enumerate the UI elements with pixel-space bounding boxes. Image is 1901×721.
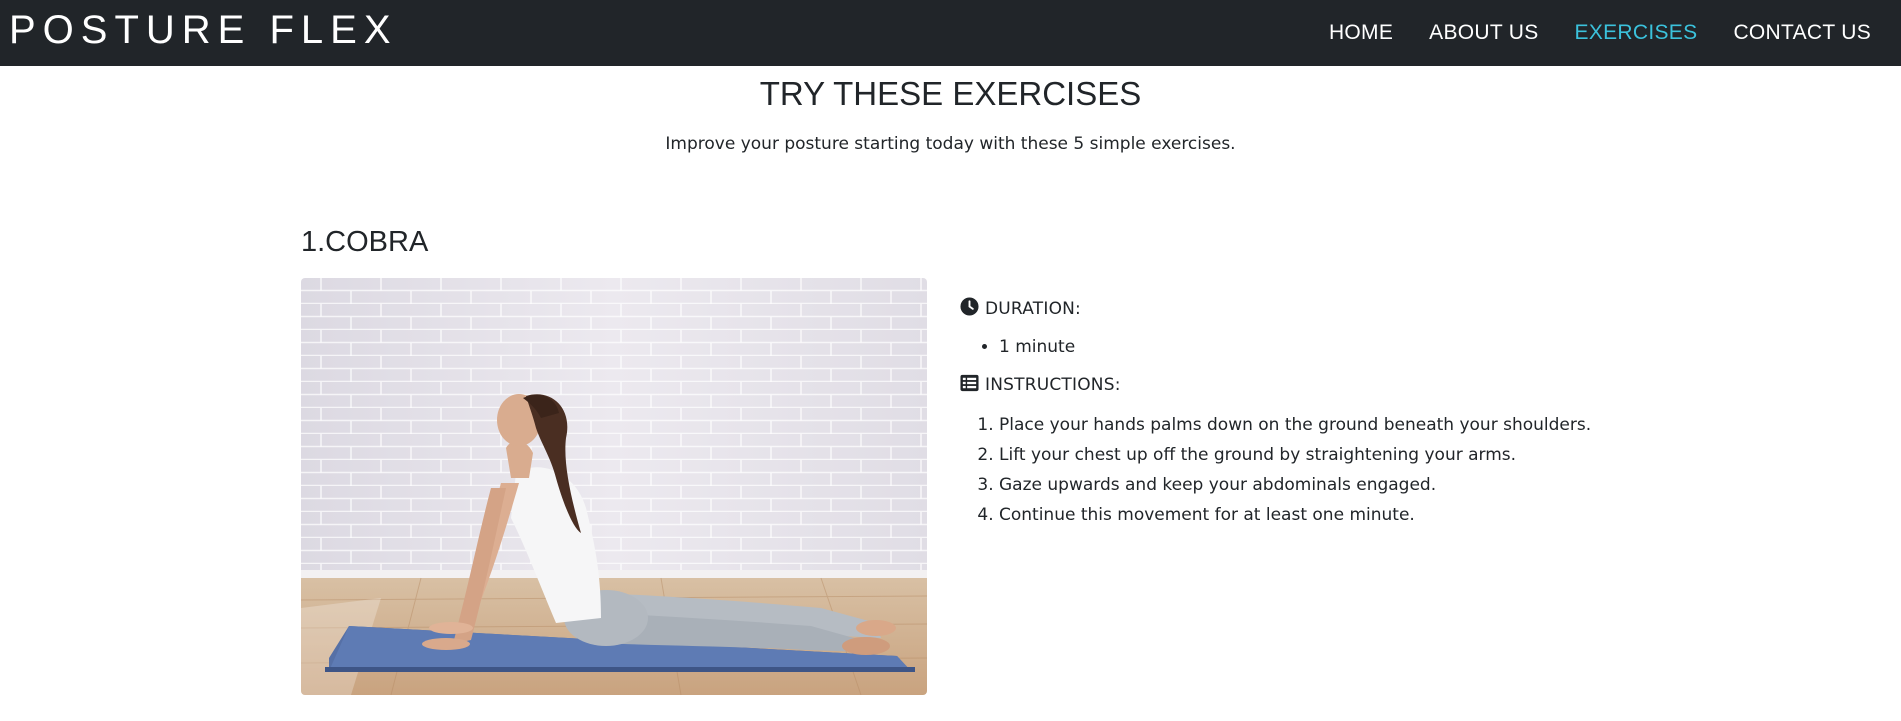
navbar: POSTURE FLEX HOME ABOUT US EXERCISES CON…: [0, 0, 1901, 66]
duration-heading: DURATION:: [960, 296, 1591, 322]
exercise-photo: [301, 278, 927, 695]
instructions-list: Place your hands palms down on the groun…: [960, 410, 1591, 530]
duration-list: 1 minute: [960, 334, 1591, 360]
duration-item: 1 minute: [999, 334, 1591, 360]
exercise-details: DURATION: 1 minute INSTRUCTIONS: Place y…: [960, 296, 1591, 530]
nav-link-about-us[interactable]: ABOUT US: [1429, 21, 1538, 45]
page-subtitle: Improve your posture starting today with…: [665, 134, 1236, 154]
nav-links: HOME ABOUT US EXERCISES CONTACT US: [1293, 0, 1871, 66]
exercise-title: 1.COBRA: [301, 226, 429, 258]
instruction-item: Gaze upwards and keep your abdominals en…: [999, 470, 1591, 500]
instructions-heading: INSTRUCTIONS:: [960, 372, 1591, 398]
nav-link-home[interactable]: HOME: [1329, 21, 1393, 45]
page-title: TRY THESE EXERCISES: [759, 75, 1142, 112]
instruction-item: Place your hands palms down on the groun…: [999, 410, 1591, 440]
duration-label: DURATION:: [985, 299, 1081, 319]
nav-link-exercises[interactable]: EXERCISES: [1575, 21, 1698, 45]
nav-link-contact-us[interactable]: CONTACT US: [1733, 21, 1871, 45]
brand-logo[interactable]: POSTURE FLEX: [9, 6, 398, 54]
instructions-label: INSTRUCTIONS:: [985, 375, 1121, 395]
instruction-item: Continue this movement for at least one …: [999, 500, 1591, 530]
clock-icon: [960, 297, 985, 321]
instruction-item: Lift your chest up off the ground by str…: [999, 440, 1591, 470]
list-icon: [960, 374, 985, 397]
